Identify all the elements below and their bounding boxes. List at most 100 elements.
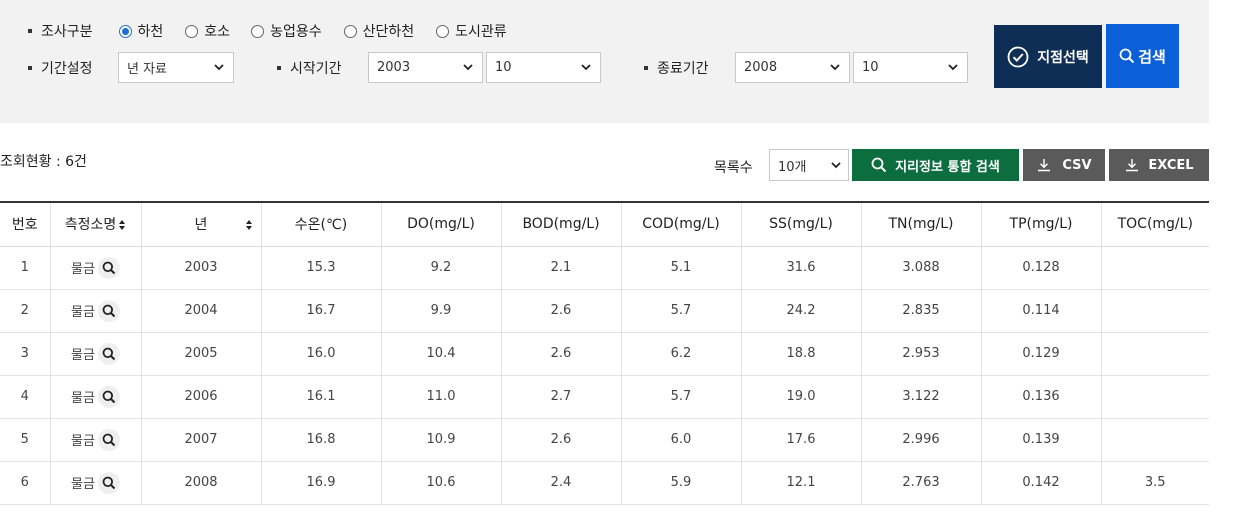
search-label: 검색: [1138, 47, 1166, 66]
radio-unchecked-icon[interactable]: [343, 24, 357, 38]
header-label: 번호: [11, 217, 38, 234]
search-icon[interactable]: [97, 342, 120, 365]
table-row: 1 물금 2003 15.3 9.2 2.1 5.1 31.6 3.088 0.128: [0, 246, 1209, 290]
search-button[interactable]: 검색: [1106, 24, 1179, 88]
cell-ss: 12.1: [740, 461, 861, 505]
table-row: 6 물금 2008 16.9 10.6 2.4 5.9 12.1 2.763 0.142 3.5: [0, 461, 1209, 505]
cell-water-temp: 16.1: [260, 375, 381, 419]
csv-download-button[interactable]: CSV: [1023, 149, 1105, 181]
station-name: 물금: [71, 434, 95, 449]
cell-tp: 0.114: [980, 289, 1101, 333]
end-month-select[interactable]: 10: [853, 52, 968, 83]
cell-ss: 31.6: [740, 246, 861, 290]
cell-bod: 2.1: [500, 246, 621, 290]
station-name: 물금: [71, 348, 95, 363]
cell-tn: 3.122: [860, 375, 981, 419]
radio-label: 농업용수: [270, 24, 322, 40]
period-label: 기간설정: [41, 60, 93, 77]
end-period-group: 종료기간: [644, 52, 709, 83]
cell-station: 물금: [49, 461, 141, 505]
cell-toc: [1100, 332, 1209, 376]
cell-number: 6: [0, 461, 50, 505]
chevron-down-icon: [580, 61, 592, 73]
table-row: 2 물금 2004 16.7 9.9 2.6 5.7 24.2 2.835 0.114: [0, 289, 1209, 333]
result-count: 조회현황 : 6건: [0, 154, 87, 170]
excel-download-button[interactable]: EXCEL: [1109, 149, 1209, 181]
bullet-icon: [277, 65, 281, 70]
station-name: 물금: [71, 477, 95, 492]
cell-cod: 5.7: [620, 375, 741, 419]
radio-urban[interactable]: 도시관류: [436, 21, 507, 41]
download-icon: [1036, 157, 1052, 173]
cell-tn: 3.088: [860, 246, 981, 290]
search-icon[interactable]: [97, 471, 120, 494]
search-icon[interactable]: [97, 385, 120, 408]
list-count-label: 목록수: [714, 160, 753, 176]
header-station[interactable]: 측정소명: [49, 201, 141, 247]
cell-year: 2003: [140, 246, 261, 290]
list-count-select[interactable]: 10개: [769, 149, 849, 181]
search-icon[interactable]: [97, 428, 120, 451]
cell-year: 2005: [140, 332, 261, 376]
header-tp: TP(mg/L): [980, 201, 1101, 247]
cell-do: 10.4: [380, 332, 501, 376]
radio-checked-icon[interactable]: [118, 24, 132, 38]
station-name: 물금: [71, 305, 95, 320]
cell-cod: 5.1: [620, 246, 741, 290]
radio-lake[interactable]: 호소: [185, 21, 230, 41]
sort-icon[interactable]: [118, 219, 126, 231]
survey-type-row: 조사구분 하천 호소 농업용수 산단하천 도시관류: [28, 20, 507, 42]
table-header-row: 번호 측정소명 년 수온(℃) DO(mg/L) BOD(mg/L) COD(m…: [0, 201, 1209, 247]
search-icon: [1119, 48, 1135, 64]
sort-icon[interactable]: [245, 219, 253, 231]
cell-bod: 2.4: [500, 461, 621, 505]
chevron-down-icon: [829, 61, 841, 73]
cell-do: 11.0: [380, 375, 501, 419]
cell-bod: 2.7: [500, 375, 621, 419]
cell-number: 2: [0, 289, 50, 333]
end-year-select[interactable]: 2008: [735, 52, 850, 83]
header-tn: TN(mg/L): [860, 201, 981, 247]
header-label: 년: [194, 217, 208, 234]
search-icon[interactable]: [97, 299, 120, 322]
radio-river[interactable]: 하천: [118, 21, 164, 41]
cell-toc: [1100, 289, 1209, 333]
chevron-down-icon: [830, 159, 842, 171]
radio-unchecked-icon[interactable]: [436, 24, 450, 38]
cell-tp: 0.139: [980, 418, 1101, 462]
cell-station: 물금: [49, 289, 141, 333]
cell-do: 10.9: [380, 418, 501, 462]
cell-cod: 5.7: [620, 289, 741, 333]
start-year-select[interactable]: 2003: [368, 52, 483, 83]
cell-bod: 2.6: [500, 418, 621, 462]
geo-search-button[interactable]: 지리정보 통합 검색: [852, 149, 1019, 181]
cell-water-temp: 16.8: [260, 418, 381, 462]
cell-toc: [1100, 375, 1209, 419]
radio-label: 하천: [137, 24, 164, 40]
cell-tn: 2.953: [860, 332, 981, 376]
station-name-group: 물금: [71, 299, 120, 322]
cell-station: 물금: [49, 332, 141, 376]
cell-station: 물금: [49, 375, 141, 419]
period-select[interactable]: 년 자료: [118, 52, 234, 83]
radio-unchecked-icon[interactable]: [251, 24, 265, 38]
cell-water-temp: 16.0: [260, 332, 381, 376]
radio-industrial-river[interactable]: 산단하천: [343, 21, 414, 41]
search-icon[interactable]: [97, 256, 120, 279]
end-period-label: 종료기간: [657, 60, 709, 77]
table-row: 4 물금 2006 16.1 11.0 2.7 5.7 19.0 3.122 0.136: [0, 375, 1209, 419]
csv-label: CSV: [1062, 157, 1092, 173]
cell-tn: 2.835: [860, 289, 981, 333]
start-month-select[interactable]: 10: [486, 52, 601, 83]
cell-year: 2004: [140, 289, 261, 333]
excel-label: EXCEL: [1148, 157, 1194, 173]
table-row: 5 물금 2007 16.8 10.9 2.6 6.0 17.6 2.996 0.139: [0, 418, 1209, 462]
site-select-button[interactable]: 지점선택: [994, 25, 1102, 88]
header-year[interactable]: 년: [140, 201, 261, 247]
cell-water-temp: 16.9: [260, 461, 381, 505]
radio-agricultural[interactable]: 농업용수: [251, 21, 322, 41]
station-name: 물금: [71, 391, 95, 406]
cell-number: 3: [0, 332, 50, 376]
header-do: DO(mg/L): [380, 201, 501, 247]
radio-unchecked-icon[interactable]: [185, 24, 199, 38]
